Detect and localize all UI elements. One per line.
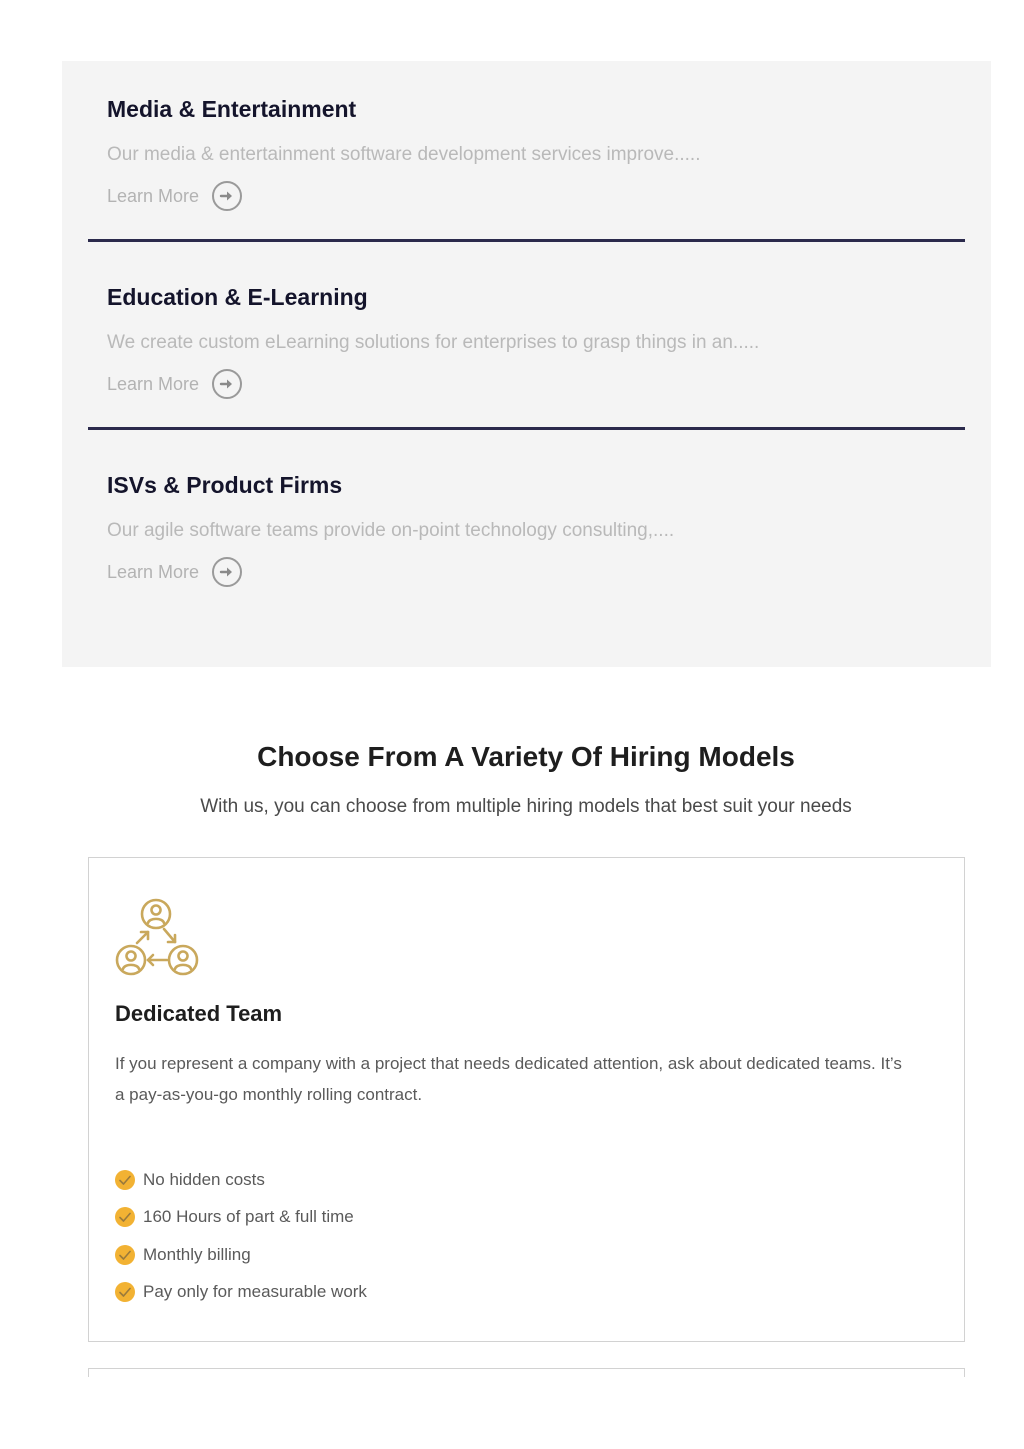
industry-title: Media & Entertainment: [107, 96, 357, 122]
industry-description: We create custom eLearning solutions for…: [107, 332, 760, 353]
check-badge-icon: [115, 1282, 135, 1303]
page: Media & Entertainment Our media & entert…: [0, 0, 1024, 1449]
hiring-model-card-dedicated-team: Dedicated Team If you represent a compan…: [88, 857, 965, 1342]
arrow-right-circle-icon: [212, 369, 243, 399]
card-title: Dedicated Team: [115, 1001, 283, 1026]
feature-item: Monthly billing: [115, 1236, 367, 1274]
section-divider: [88, 427, 965, 430]
feature-text: Pay only for measurable work: [143, 1282, 367, 1302]
feature-item: Pay only for measurable work: [115, 1274, 367, 1312]
learn-more-label: Learn More: [107, 185, 200, 206]
card-description: If you represent a company with a projec…: [115, 1054, 902, 1104]
section-divider: [88, 239, 965, 242]
industry-description: Our media & entertainment software devel…: [107, 144, 701, 165]
learn-more-link[interactable]: Learn More: [107, 180, 243, 212]
feature-list: No hidden costs 160 Hours of part & full…: [115, 1161, 367, 1311]
learn-more-link[interactable]: Learn More: [107, 556, 243, 588]
feature-text: 160 Hours of part & full time: [143, 1207, 354, 1227]
arrow-right-circle-icon: [212, 181, 243, 211]
industries-panel: Media & Entertainment Our media & entert…: [62, 61, 991, 667]
check-badge-icon: [115, 1207, 135, 1228]
arrow-right-circle-icon: [212, 557, 243, 587]
feature-text: Monthly billing: [143, 1244, 251, 1264]
feature-item: 160 Hours of part & full time: [115, 1199, 367, 1237]
industry-title: Education & E-Learning: [107, 284, 368, 310]
team-exchange-icon: [115, 898, 199, 976]
industry-description: Our agile software teams provide on-poin…: [107, 520, 675, 541]
check-badge-icon: [115, 1244, 135, 1265]
learn-more-label: Learn More: [107, 561, 200, 582]
learn-more-label: Learn More: [107, 373, 200, 394]
check-badge-icon: [115, 1169, 135, 1190]
feature-item: No hidden costs: [115, 1161, 367, 1199]
learn-more-link[interactable]: Learn More: [107, 368, 243, 400]
next-hiring-model-card: [88, 1368, 965, 1377]
section-title: Choose From A Variety Of Hiring Models: [257, 741, 795, 773]
industry-title: ISVs & Product Firms: [107, 472, 343, 498]
feature-text: No hidden costs: [143, 1169, 265, 1189]
section-subtitle: With us, you can choose from multiple hi…: [200, 796, 852, 817]
